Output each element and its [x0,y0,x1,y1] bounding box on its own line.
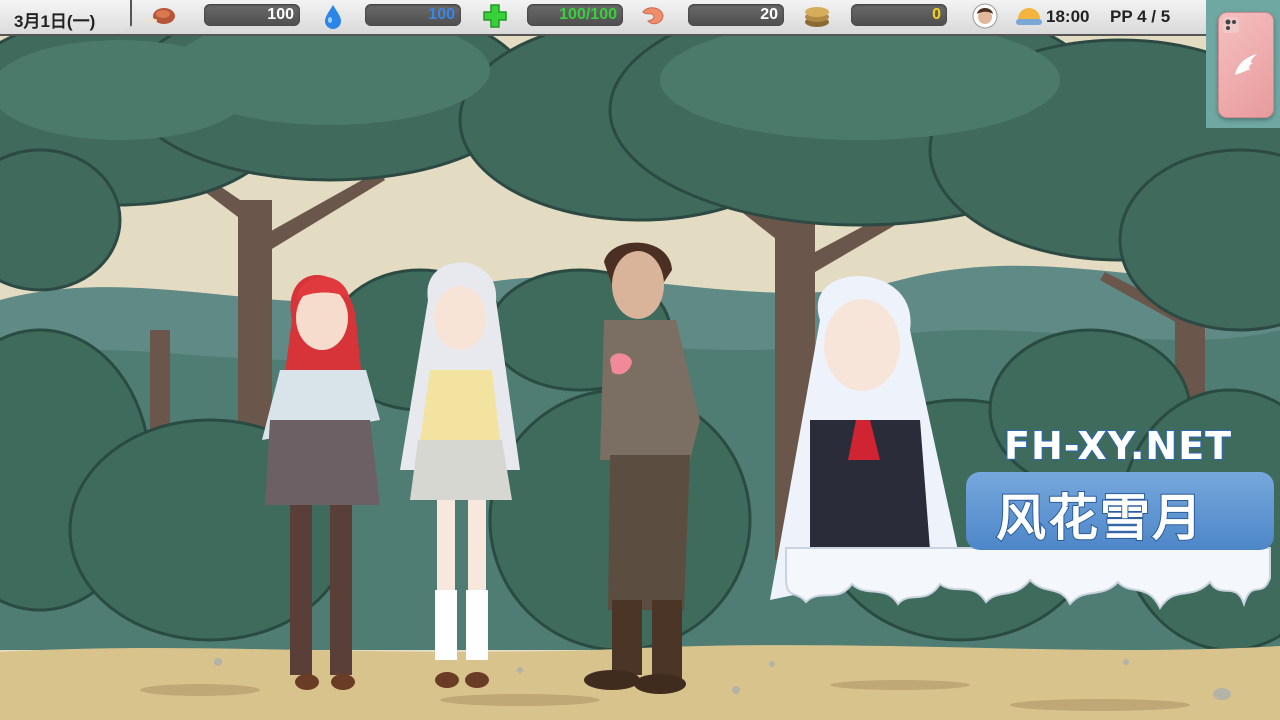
camera-icon [1223,17,1239,33]
characters-layer [262,242,1271,694]
phone-panel [1206,0,1280,128]
green-cross-icon [483,4,507,28]
hunger-value: 100 [267,6,294,23]
wing-icon [1235,54,1257,75]
health-bar: 100/100 [527,4,623,26]
snow-banner [785,547,1271,611]
brown-haired-man-sprite[interactable] [584,242,700,694]
sunrise-icon [1016,8,1042,25]
forest-scene [0,0,1280,720]
time-label: 18:00 [1046,7,1090,26]
shrimp-icon [642,7,664,25]
coin-stack-icon [805,7,829,27]
health-value: 100/100 [559,6,617,23]
watermark-url: FH-XY.NET [1003,423,1233,469]
shrimp-value: 20 [760,6,778,23]
hunger-bar: 100 [204,4,300,26]
phone-button[interactable] [1218,12,1274,118]
watermark-brand: 风花雪月 [995,488,1204,548]
red-haired-girl-sprite[interactable] [262,275,380,690]
date-label: 3月1日(一) [14,12,96,31]
player-avatar-icon[interactable] [972,3,998,29]
pp-label: PP 4 / 5 [1110,7,1171,26]
shrimp-bar: 20 [688,4,784,26]
coin-bar: 0 [851,4,947,26]
water-drop-icon [325,5,341,29]
thirst-value: 100 [428,6,455,23]
roast-meat-icon [147,8,175,24]
date-tab: 3月1日(一) [0,0,132,34]
coin-value: 0 [932,6,941,23]
silver-haired-girl-sprite[interactable] [400,262,520,689]
thirst-bar: 100 [365,4,461,26]
